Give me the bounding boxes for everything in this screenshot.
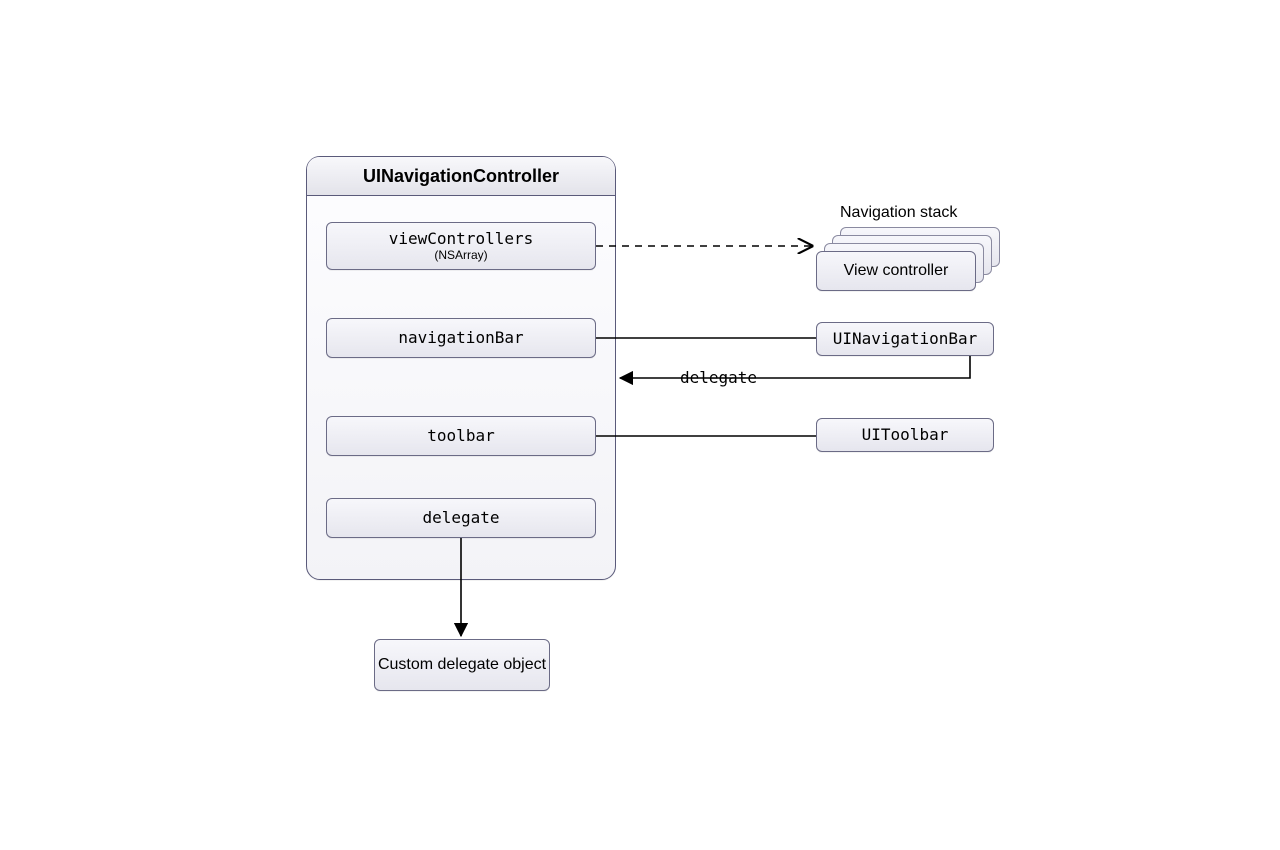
property-delegate: delegate	[326, 498, 596, 538]
property-viewcontrollers-label: viewControllers	[389, 231, 534, 248]
connectors-overlay	[0, 0, 1280, 850]
box-view-controller-label: View controller	[844, 263, 949, 280]
navigation-stack-caption: Navigation stack	[840, 204, 957, 222]
box-uitoolbar: UIToolbar	[816, 418, 994, 452]
property-navigationbar: navigationBar	[326, 318, 596, 358]
box-custom-delegate: Custom delegate object	[374, 639, 550, 691]
box-view-controller: View controller	[816, 251, 976, 291]
box-uitoolbar-label: UIToolbar	[862, 427, 949, 444]
property-viewcontrollers: viewControllers (NSArray)	[326, 222, 596, 270]
container-header: UINavigationController	[307, 157, 615, 196]
property-delegate-label: delegate	[422, 510, 499, 527]
property-viewcontrollers-sublabel: (NSArray)	[434, 249, 487, 261]
diagram-canvas: UINavigationController viewControllers (…	[0, 0, 1280, 850]
box-uinavigationbar: UINavigationBar	[816, 322, 994, 356]
box-uinavigationbar-label: UINavigationBar	[833, 331, 978, 348]
box-custom-delegate-label: Custom delegate object	[378, 656, 546, 674]
property-toolbar: toolbar	[326, 416, 596, 456]
property-toolbar-label: toolbar	[427, 428, 494, 445]
edge-uinavigationbar-delegate-back	[620, 356, 970, 378]
container-title: UINavigationController	[363, 166, 559, 187]
property-navigationbar-label: navigationBar	[398, 330, 523, 347]
edge-delegate-label: delegate	[680, 368, 757, 387]
